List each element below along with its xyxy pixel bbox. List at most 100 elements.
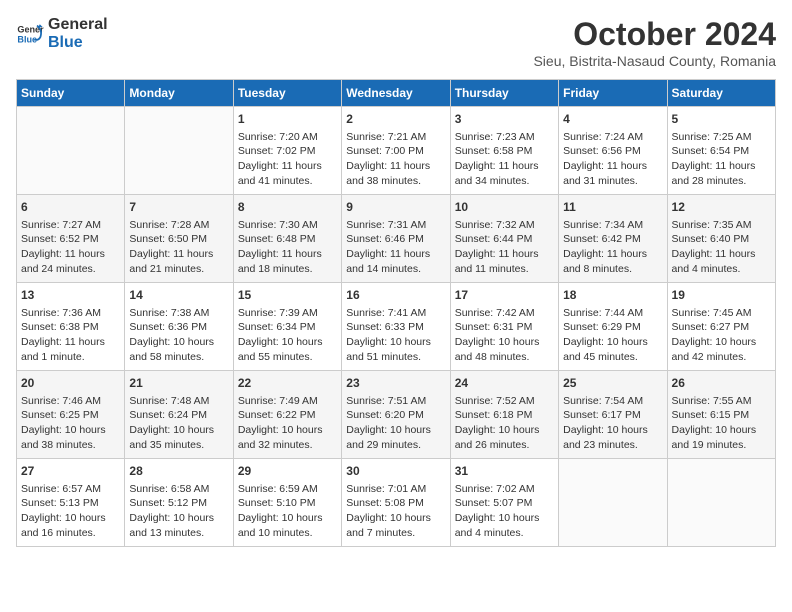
calendar-cell: 7Sunrise: 7:28 AMSunset: 6:50 PMDaylight… — [125, 195, 233, 283]
day-info-line: Daylight: 10 hours and 10 minutes. — [238, 511, 337, 540]
day-info-line: Sunset: 5:08 PM — [346, 496, 445, 511]
day-info-line: Sunset: 6:34 PM — [238, 320, 337, 335]
calendar-cell: 10Sunrise: 7:32 AMSunset: 6:44 PMDayligh… — [450, 195, 558, 283]
day-info-line: Daylight: 11 hours and 24 minutes. — [21, 247, 120, 276]
day-number: 31 — [455, 463, 554, 480]
calendar-cell: 27Sunrise: 6:57 AMSunset: 5:13 PMDayligh… — [17, 459, 125, 547]
day-info-line: Sunset: 6:24 PM — [129, 408, 228, 423]
day-info-line: Sunrise: 7:27 AM — [21, 218, 120, 233]
day-info-line: Daylight: 10 hours and 58 minutes. — [129, 335, 228, 364]
logo-icon: General Blue — [16, 20, 44, 48]
day-number: 25 — [563, 375, 662, 392]
day-info-line: Sunset: 6:40 PM — [672, 232, 771, 247]
calendar-cell: 20Sunrise: 7:46 AMSunset: 6:25 PMDayligh… — [17, 371, 125, 459]
day-info-line: Sunset: 6:29 PM — [563, 320, 662, 335]
day-info-line: Sunrise: 7:45 AM — [672, 306, 771, 321]
day-info-line: Sunrise: 7:32 AM — [455, 218, 554, 233]
day-info-line: Sunset: 6:25 PM — [21, 408, 120, 423]
day-info-line: Daylight: 11 hours and 41 minutes. — [238, 159, 337, 188]
day-info-line: Sunrise: 7:21 AM — [346, 130, 445, 145]
day-info-line: Sunset: 6:54 PM — [672, 144, 771, 159]
day-info-line: Sunrise: 7:31 AM — [346, 218, 445, 233]
day-info-line: Daylight: 10 hours and 55 minutes. — [238, 335, 337, 364]
day-number: 28 — [129, 463, 228, 480]
day-info-line: Sunrise: 7:24 AM — [563, 130, 662, 145]
day-number: 17 — [455, 287, 554, 304]
day-info-line: Sunrise: 7:23 AM — [455, 130, 554, 145]
day-info-line: Sunrise: 6:59 AM — [238, 482, 337, 497]
calendar-cell: 1Sunrise: 7:20 AMSunset: 7:02 PMDaylight… — [233, 107, 341, 195]
day-info-line: Sunset: 6:56 PM — [563, 144, 662, 159]
calendar-week-row: 27Sunrise: 6:57 AMSunset: 5:13 PMDayligh… — [17, 459, 776, 547]
header-day-thursday: Thursday — [450, 80, 558, 107]
day-info-line: Sunrise: 7:54 AM — [563, 394, 662, 409]
day-info-line: Daylight: 10 hours and 29 minutes. — [346, 423, 445, 452]
day-info-line: Daylight: 11 hours and 31 minutes. — [563, 159, 662, 188]
day-info-line: Daylight: 10 hours and 26 minutes. — [455, 423, 554, 452]
day-info-line: Sunset: 5:10 PM — [238, 496, 337, 511]
page-header: General Blue General Blue October 2024 S… — [16, 16, 776, 69]
logo: General Blue General Blue — [16, 16, 108, 53]
day-info-line: Daylight: 10 hours and 23 minutes. — [563, 423, 662, 452]
day-info-line: Sunset: 7:00 PM — [346, 144, 445, 159]
calendar-cell: 18Sunrise: 7:44 AMSunset: 6:29 PMDayligh… — [559, 283, 667, 371]
day-info-line: Sunrise: 7:48 AM — [129, 394, 228, 409]
day-info-line: Sunrise: 7:49 AM — [238, 394, 337, 409]
day-info-line: Sunrise: 7:28 AM — [129, 218, 228, 233]
day-number: 23 — [346, 375, 445, 392]
day-info-line: Sunset: 6:36 PM — [129, 320, 228, 335]
day-info-line: Daylight: 10 hours and 13 minutes. — [129, 511, 228, 540]
day-number: 12 — [672, 199, 771, 216]
day-info-line: Sunset: 6:48 PM — [238, 232, 337, 247]
day-info-line: Sunrise: 7:41 AM — [346, 306, 445, 321]
day-info-line: Sunrise: 7:44 AM — [563, 306, 662, 321]
calendar-subtitle: Sieu, Bistrita-Nasaud County, Romania — [533, 53, 776, 69]
day-number: 15 — [238, 287, 337, 304]
day-number: 2 — [346, 111, 445, 128]
calendar-cell: 8Sunrise: 7:30 AMSunset: 6:48 PMDaylight… — [233, 195, 341, 283]
calendar-cell: 29Sunrise: 6:59 AMSunset: 5:10 PMDayligh… — [233, 459, 341, 547]
calendar-title: October 2024 — [533, 16, 776, 53]
day-number: 16 — [346, 287, 445, 304]
day-info-line: Sunset: 6:18 PM — [455, 408, 554, 423]
day-info-line: Daylight: 11 hours and 38 minutes. — [346, 159, 445, 188]
calendar-cell: 12Sunrise: 7:35 AMSunset: 6:40 PMDayligh… — [667, 195, 775, 283]
day-info-line: Daylight: 10 hours and 16 minutes. — [21, 511, 120, 540]
day-info-line: Daylight: 11 hours and 21 minutes. — [129, 247, 228, 276]
day-info-line: Daylight: 10 hours and 7 minutes. — [346, 511, 445, 540]
calendar-cell: 24Sunrise: 7:52 AMSunset: 6:18 PMDayligh… — [450, 371, 558, 459]
calendar-cell — [559, 459, 667, 547]
calendar-week-row: 6Sunrise: 7:27 AMSunset: 6:52 PMDaylight… — [17, 195, 776, 283]
calendar-week-row: 20Sunrise: 7:46 AMSunset: 6:25 PMDayligh… — [17, 371, 776, 459]
day-info-line: Daylight: 10 hours and 42 minutes. — [672, 335, 771, 364]
day-info-line: Sunset: 6:17 PM — [563, 408, 662, 423]
day-info-line: Sunrise: 7:38 AM — [129, 306, 228, 321]
header-day-friday: Friday — [559, 80, 667, 107]
day-info-line: Sunrise: 7:20 AM — [238, 130, 337, 145]
calendar-cell: 6Sunrise: 7:27 AMSunset: 6:52 PMDaylight… — [17, 195, 125, 283]
calendar-cell: 23Sunrise: 7:51 AMSunset: 6:20 PMDayligh… — [342, 371, 450, 459]
header-day-saturday: Saturday — [667, 80, 775, 107]
day-number: 8 — [238, 199, 337, 216]
day-number: 4 — [563, 111, 662, 128]
calendar-cell: 19Sunrise: 7:45 AMSunset: 6:27 PMDayligh… — [667, 283, 775, 371]
calendar-cell: 25 Sunrise: 7:54 AMSunset: 6:17 PMDayligh… — [559, 371, 667, 459]
day-info-line: Sunrise: 6:58 AM — [129, 482, 228, 497]
day-info-line: Sunset: 7:02 PM — [238, 144, 337, 159]
calendar-cell: 17Sunrise: 7:42 AMSunset: 6:31 PMDayligh… — [450, 283, 558, 371]
calendar-cell — [125, 107, 233, 195]
calendar-cell: 21Sunrise: 7:48 AMSunset: 6:24 PMDayligh… — [125, 371, 233, 459]
day-info-line: Sunset: 6:38 PM — [21, 320, 120, 335]
day-info-line: Daylight: 10 hours and 35 minutes. — [129, 423, 228, 452]
day-info-line: Sunrise: 7:51 AM — [346, 394, 445, 409]
calendar-cell: 3Sunrise: 7:23 AMSunset: 6:58 PMDaylight… — [450, 107, 558, 195]
day-info-line: Sunrise: 7:34 AM — [563, 218, 662, 233]
day-info-line: Sunset: 6:58 PM — [455, 144, 554, 159]
day-info-line: Sunset: 6:22 PM — [238, 408, 337, 423]
logo-blue: Blue — [48, 34, 108, 52]
day-number: 7 — [129, 199, 228, 216]
calendar-cell: 11Sunrise: 7:34 AMSunset: 6:42 PMDayligh… — [559, 195, 667, 283]
day-info-line: Sunset: 6:15 PM — [672, 408, 771, 423]
day-info-line: Daylight: 11 hours and 4 minutes. — [672, 247, 771, 276]
day-info-line: Sunset: 5:13 PM — [21, 496, 120, 511]
